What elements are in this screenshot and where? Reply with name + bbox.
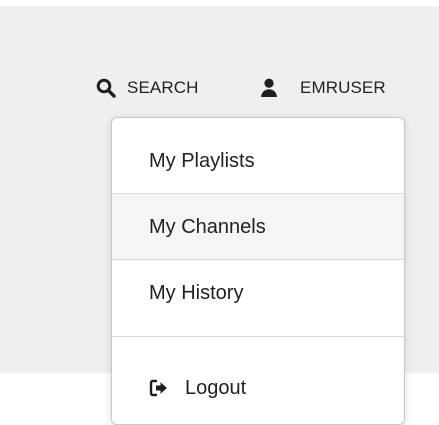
search-icon	[95, 77, 117, 99]
search-link[interactable]: SEARCH	[95, 76, 225, 100]
logout-label: Logout	[185, 376, 247, 399]
username-label: EMRUSER	[300, 78, 386, 97]
user-menu-button[interactable]: EMRUSER	[258, 76, 410, 100]
user-dropdown-menu: My Playlists My Channels My History Logo…	[111, 117, 405, 425]
menu-item-label: My Playlists	[149, 149, 255, 172]
menu-item-label: My History	[149, 281, 244, 304]
search-label: SEARCH	[127, 78, 199, 97]
menu-item-my-channels[interactable]: My Channels	[112, 194, 404, 260]
header-top-border	[0, 6, 439, 7]
menu-item-my-playlists[interactable]: My Playlists	[112, 128, 404, 194]
menu-divider	[112, 336, 404, 337]
logout-menu-item[interactable]: Logout	[112, 354, 404, 422]
user-icon	[258, 77, 280, 99]
sign-out-icon	[149, 378, 169, 398]
menu-item-label: My Channels	[149, 215, 266, 238]
menu-item-my-history[interactable]: My History	[112, 260, 404, 326]
